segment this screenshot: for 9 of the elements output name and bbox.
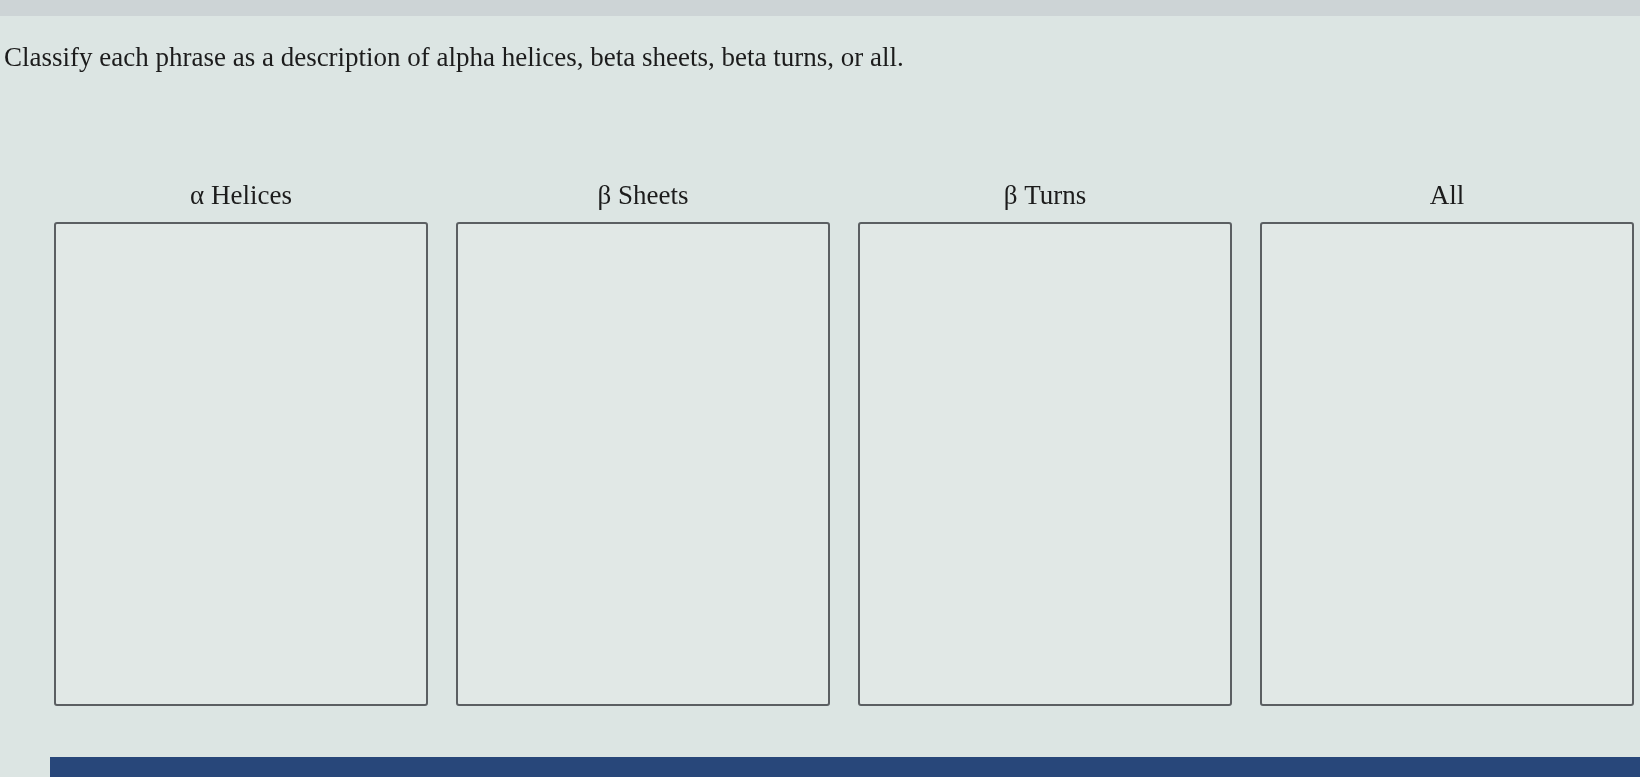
bin-heading: All [1429,179,1465,212]
bin-heading: α Helices [190,179,292,212]
bin-heading: β Sheets [597,179,689,212]
bin-heading: β Turns [1003,179,1087,212]
question-prompt: Classify each phrase as a description of alpha helices, beta sheets, beta turns, or all. [4,41,904,74]
drop-zone[interactable] [1260,222,1634,706]
drop-zone[interactable] [858,222,1232,706]
drop-zone[interactable] [456,222,830,706]
drop-zone[interactable] [54,222,428,706]
